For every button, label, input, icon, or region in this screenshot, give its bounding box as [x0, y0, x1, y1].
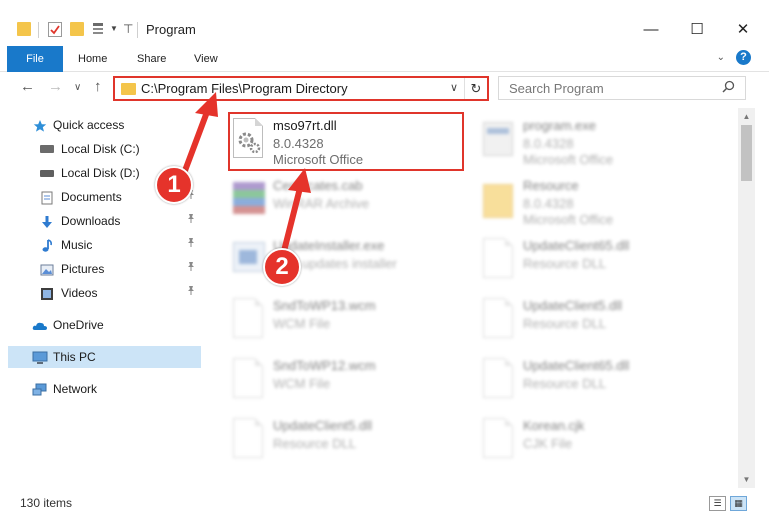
annotation-arrows [180, 92, 311, 258]
callout-1: 1 [155, 166, 193, 204]
callout-2: 2 [263, 248, 301, 286]
